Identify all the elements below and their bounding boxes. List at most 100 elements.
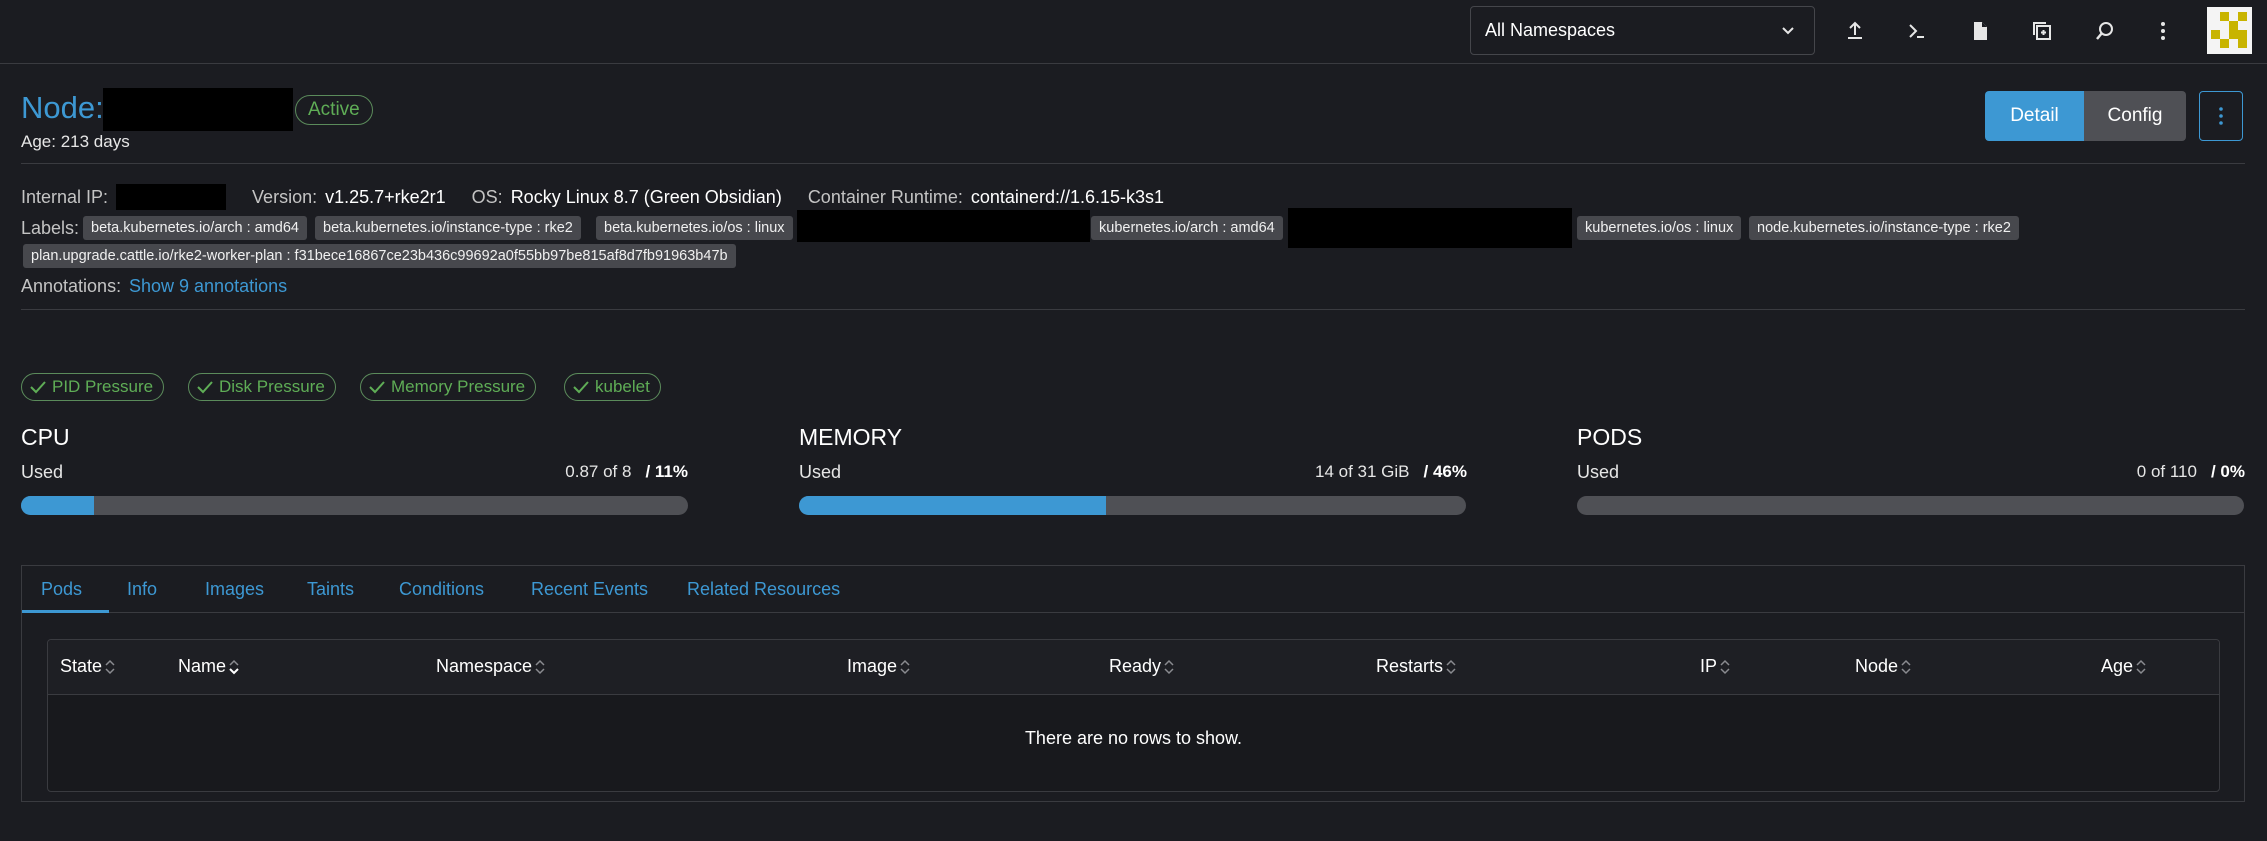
column-label: Namespace [436, 656, 533, 676]
condition-label: kubelet [595, 377, 650, 396]
condition-label: PID Pressure [52, 377, 154, 396]
gauge-used-label: Used [799, 462, 842, 482]
upload-icon[interactable] [1838, 14, 1872, 48]
age-value: 213 days [60, 132, 130, 151]
sort-icon [1901, 659, 1911, 674]
namespace-select-value: All Namespaces [1485, 20, 1616, 40]
label-tag: plan.upgrade.cattle.io/rke2-worker-plan … [23, 244, 736, 268]
condition-pill-kubelet: kubelet [564, 373, 661, 401]
gauge-title: PODS [1577, 424, 1643, 450]
table-header: State Name Namespace Image Ready Restart… [48, 640, 2219, 695]
node-age: Age: 213 days [21, 132, 130, 152]
label-tag: kubernetes.io/arch : amd64 [1091, 216, 1283, 240]
column-header-state[interactable]: State [60, 656, 115, 677]
column-header-image[interactable]: Image [847, 656, 910, 677]
gauge-bar [21, 496, 688, 515]
show-annotations-link[interactable]: Show 9 annotations [129, 276, 287, 297]
copy-icon[interactable] [2025, 14, 2059, 48]
column-label: Ready [1109, 656, 1162, 676]
redacted-label [1288, 208, 1572, 248]
pods-table: State Name Namespace Image Ready Restart… [47, 639, 2220, 792]
user-avatar[interactable] [2207, 7, 2252, 54]
os-label: OS: [471, 186, 503, 207]
sort-icon [1720, 659, 1730, 674]
tab-bar: Pods Info Images Taints Conditions Recen… [22, 566, 2244, 613]
column-header-ip[interactable]: IP [1700, 656, 1730, 677]
internal-ip-label: Internal IP: [21, 186, 109, 207]
status-badge: Active [295, 95, 373, 125]
tab-images[interactable]: Images [205, 579, 264, 600]
config-button[interactable]: Config [2084, 91, 2186, 141]
label-tag: beta.kubernetes.io/instance-type : rke2 [315, 216, 581, 240]
sort-icon [1446, 659, 1456, 674]
check-icon [30, 381, 46, 394]
os-value: Rocky Linux 8.7 (Green Obsidian) [510, 186, 782, 207]
column-header-name[interactable]: Name [178, 656, 239, 677]
column-header-ready[interactable]: Ready [1109, 656, 1174, 677]
condition-pill-pid-pressure: PID Pressure [21, 373, 165, 401]
gauge-used-label: Used [21, 462, 64, 482]
search-icon[interactable] [2088, 14, 2122, 48]
sort-icon [535, 659, 545, 674]
gauge-amount: 0.87 of 8 / 11% [565, 462, 688, 482]
annotations-title: Annotations: [21, 276, 122, 296]
gauge-amount-value: 14 of 31 GiB [1315, 462, 1410, 481]
column-label: Age [2101, 656, 2134, 676]
gauge-amount-value: 0 of 110 [2136, 462, 2197, 481]
sort-icon [2136, 659, 2146, 674]
node-info-row: Internal IP: Version: v1.25.7+rke2r1 OS:… [21, 184, 1190, 210]
age-label: Age: [21, 132, 56, 151]
label-tag: beta.kubernetes.io/arch : amd64 [83, 216, 307, 240]
file-icon[interactable] [1963, 14, 1997, 48]
label-tag: kubernetes.io/os : linux [1577, 216, 1742, 240]
labels-title: Labels: [21, 218, 80, 238]
column-header-restarts[interactable]: Restarts [1376, 656, 1456, 677]
sort-icon [105, 659, 115, 674]
tab-info[interactable]: Info [127, 579, 157, 600]
check-icon [369, 381, 385, 394]
actions-menu-button[interactable] [2199, 91, 2243, 141]
gauge-title: CPU [21, 424, 70, 450]
column-header-namespace[interactable]: Namespace [436, 656, 545, 677]
divider [21, 309, 2245, 310]
label-tag: beta.kubernetes.io/os : linux [596, 216, 793, 240]
tab-conditions[interactable]: Conditions [399, 579, 484, 600]
tab-recent-events[interactable]: Recent Events [531, 579, 648, 600]
tab-pods[interactable]: Pods [41, 579, 82, 600]
gauge-title: MEMORY [799, 424, 903, 450]
more-vertical-icon[interactable] [2146, 14, 2180, 48]
column-label: State [60, 656, 103, 676]
sort-icon [229, 659, 239, 674]
version-value: v1.25.7+rke2r1 [325, 186, 446, 207]
column-header-node[interactable]: Node [1855, 656, 1911, 677]
tab-taints[interactable]: Taints [307, 579, 354, 600]
check-icon [197, 381, 213, 394]
check-icon [573, 381, 589, 394]
sort-icon [900, 659, 910, 674]
divider [21, 163, 2245, 164]
terminal-icon[interactable] [1900, 14, 1934, 48]
page-title: Node: [21, 90, 104, 125]
tab-related-resources[interactable]: Related Resources [687, 579, 840, 600]
column-label: Name [178, 656, 227, 676]
runtime-label: Container Runtime: [807, 186, 963, 207]
empty-table-message: There are no rows to show. [1024, 728, 1243, 748]
active-tab-indicator [22, 610, 109, 613]
more-vertical-icon [2219, 107, 2223, 125]
top-header: All Namespaces [0, 0, 2267, 64]
condition-pill-memory-pressure: Memory Pressure [360, 373, 537, 401]
condition-label: Disk Pressure [219, 377, 325, 396]
column-label: Image [847, 656, 898, 676]
chevron-down-icon [1782, 27, 1794, 35]
gauge-amount: 14 of 31 GiB / 46% [1315, 462, 1467, 482]
namespace-select[interactable]: All Namespaces [1470, 6, 1815, 55]
gauge-bar [799, 496, 1466, 515]
gauge-percent: / 0% [2210, 462, 2245, 481]
label-tag: node.kubernetes.io/instance-type : rke2 [1749, 216, 2019, 240]
column-label: IP [1700, 656, 1718, 676]
gauge-bar-fill [21, 496, 95, 515]
gauge-amount: 0 of 110 / 0% [2137, 462, 2245, 482]
gauge-amount-value: 0.87 of 8 [565, 462, 632, 481]
column-header-age[interactable]: Age [2101, 656, 2146, 677]
detail-button[interactable]: Detail [1985, 91, 2084, 141]
